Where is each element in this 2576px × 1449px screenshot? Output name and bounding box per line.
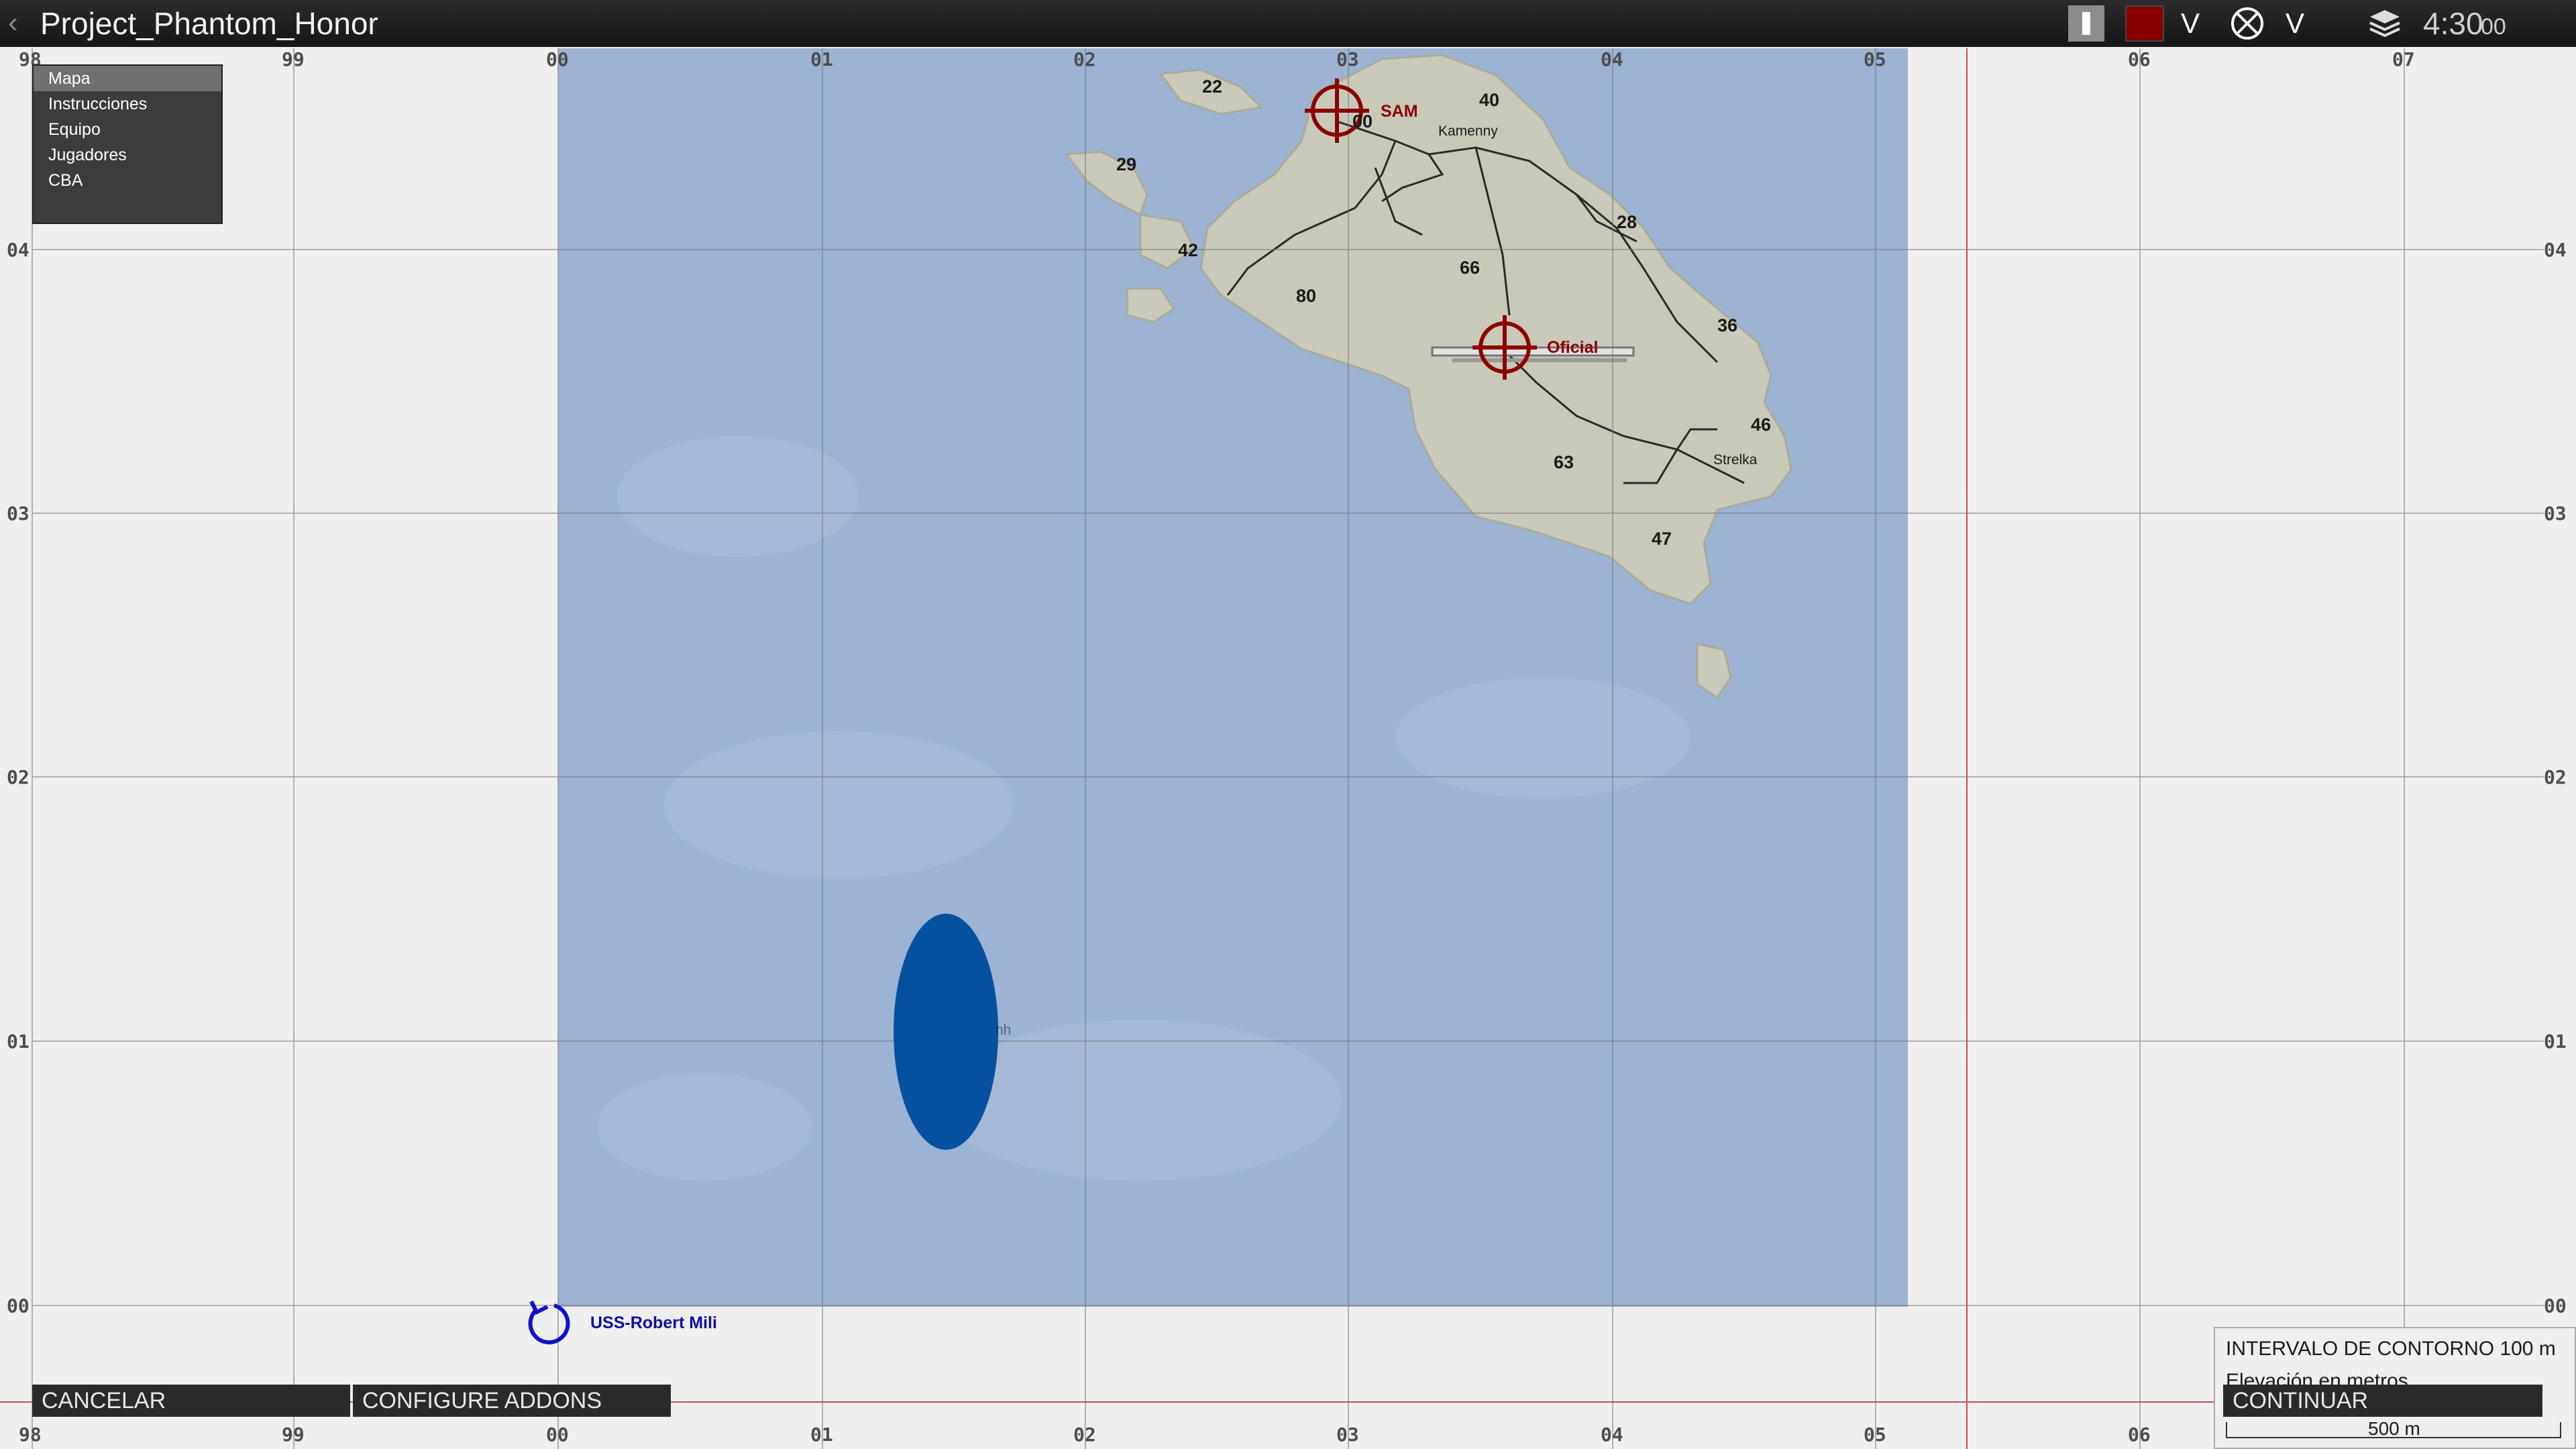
elevation-label: 46 (1751, 415, 1772, 435)
menu-item-jugadores[interactable]: Jugadores (34, 142, 221, 168)
red-faction-icon[interactable] (2125, 5, 2164, 42)
pause-icon (2082, 12, 2090, 35)
map-canvas[interactable] (0, 47, 2576, 1449)
elevation-label: 22 (1202, 76, 1223, 97)
blue-zone-marker (894, 914, 998, 1150)
grid-label-y: 04 (7, 239, 30, 261)
elevation-label: 29 (1116, 154, 1137, 174)
menu-item-mapa[interactable]: Mapa (34, 66, 221, 91)
grid-label-y-right: 03 (2544, 502, 2567, 525)
faction-dropdown-chevron[interactable]: V (2174, 5, 2207, 42)
grid-label-x: 07 (2392, 48, 2415, 70)
grid-label-y: 00 (7, 1295, 30, 1317)
grid-label-x: 03 (1336, 48, 1359, 70)
continue-button[interactable]: CONTINUAR (2223, 1385, 2542, 1417)
elevation-label: 28 (1617, 212, 1638, 232)
marker-label-oficial[interactable]: Oficial (1547, 338, 1598, 358)
pause-button[interactable] (2068, 5, 2104, 42)
menu-item-instrucciones[interactable]: Instrucciones (34, 91, 221, 117)
mission-title: Project_Phantom_Honor (40, 6, 378, 41)
grid-label-x-bottom: 04 (1601, 1424, 1623, 1446)
grid-label-x: 00 (546, 48, 569, 70)
elevation-label: 42 (1178, 240, 1199, 260)
mission-clock-seconds: 00 (2481, 14, 2506, 40)
grid-label-y: 03 (7, 502, 30, 525)
elevation-label: 63 (1554, 452, 1574, 472)
menu-item-cba[interactable]: CBA (34, 168, 221, 193)
grid-label-x-bottom: 01 (810, 1424, 833, 1446)
town-label: nh (996, 1022, 1012, 1038)
briefing-menu: Mapa Instrucciones Equipo Jugadores CBA (32, 64, 223, 224)
contour-interval-text: INTERVALO DE CONTORNO 100 m (2226, 1338, 2556, 1360)
elevation-label: 47 (1652, 529, 1672, 549)
grid-label-x: 06 (2128, 48, 2151, 70)
top-bar: ‹ Project_Phantom_Honor V V 4:30 00 (0, 0, 2576, 47)
mission-clock: 4:30 (2423, 6, 2483, 41)
elevation-label: 36 (1717, 315, 1738, 335)
marker-label-sam[interactable]: SAM (1381, 102, 1418, 121)
town-label: Kamenny (1438, 123, 1498, 139)
town-label: Strelka (1713, 452, 1758, 468)
grid-label-x: 02 (1073, 48, 1096, 70)
scale-label: 500 m (2368, 1418, 2420, 1439)
layers-icon[interactable] (2365, 5, 2405, 42)
airfield-taxiway (1452, 358, 1627, 362)
elevation-label: 80 (1296, 286, 1317, 306)
grid-label-x-bottom: 00 (546, 1424, 569, 1446)
grid-label-x: 01 (810, 48, 833, 70)
grid-label-x-bottom: 98 (19, 1424, 42, 1446)
grid-label-y: 01 (7, 1030, 30, 1053)
grid-label-x-bottom: 02 (1073, 1424, 1096, 1446)
grid-label-y-right: 00 (2544, 1295, 2567, 1317)
grid-label-y-right: 01 (2544, 1030, 2567, 1053)
grid-label-x: 05 (1864, 48, 1886, 70)
circle-x-marker-icon[interactable] (2226, 5, 2269, 42)
grid-label-x-bottom: 99 (282, 1424, 305, 1446)
grid-label-y-right: 04 (2544, 239, 2567, 261)
elevation-label: 00 (1352, 111, 1373, 131)
grid-label-y: 02 (7, 766, 30, 788)
menu-item-equipo[interactable]: Equipo (34, 117, 221, 142)
grid-label-x-bottom: 06 (2128, 1424, 2151, 1446)
chevron-left-icon[interactable]: ‹ (8, 8, 18, 38)
grid-label-y-right: 02 (2544, 766, 2567, 788)
ship-label[interactable]: USS-Robert Mili (590, 1313, 717, 1333)
grid-label-x-bottom: 05 (1864, 1424, 1886, 1446)
grid-label-x: 04 (1601, 48, 1623, 70)
grid-label-x-bottom: 03 (1336, 1424, 1359, 1446)
grid-label-x: 99 (282, 48, 305, 70)
marker-dropdown-chevron[interactable]: V (2278, 5, 2312, 42)
elevation-label: 40 (1479, 90, 1500, 110)
configure-addons-button[interactable]: CONFIGURE ADDONS (353, 1385, 671, 1417)
cancel-button[interactable]: CANCELAR (32, 1385, 350, 1417)
elevation-label: 66 (1460, 258, 1481, 278)
